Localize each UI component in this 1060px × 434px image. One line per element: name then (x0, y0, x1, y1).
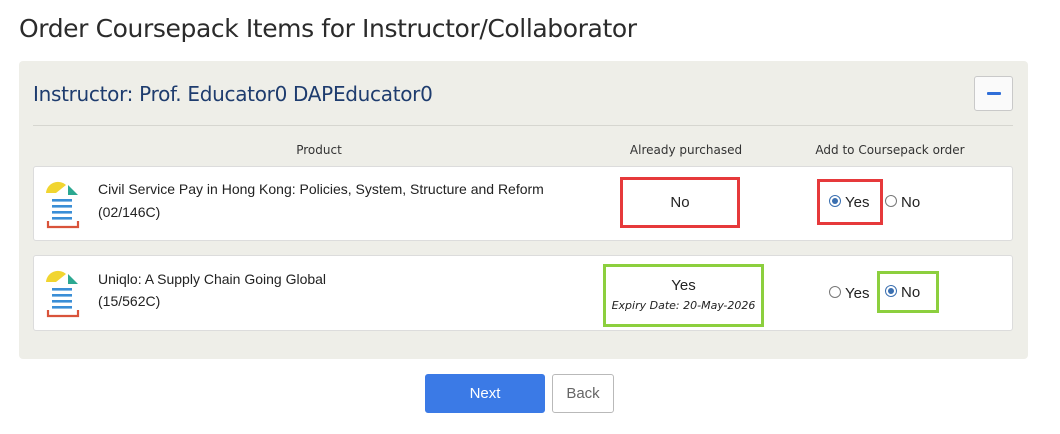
document-icon (46, 270, 80, 318)
already-purchased-value: Yes (671, 277, 696, 294)
column-header-add-to-order: Add to Coursepack order (815, 143, 965, 157)
minus-icon (987, 92, 1001, 95)
product-title: Civil Service Pay in Hong Kong: Policies… (98, 181, 544, 197)
radio-yes-option[interactable]: Yes (829, 194, 869, 211)
radio-no-label: No (901, 284, 921, 301)
product-title: Uniqlo: A Supply Chain Going Global (98, 271, 327, 287)
radio-button[interactable] (829, 286, 841, 299)
radio-no-label: No (901, 194, 921, 211)
product-code: (02/146C) (98, 204, 161, 220)
instructor-panel: Instructor: Prof. Educator0 DAPEducator0… (19, 61, 1028, 359)
column-header-already-purchased: Already purchased (629, 143, 743, 157)
already-purchased-value: No (670, 194, 690, 211)
radio-button-checked[interactable] (829, 195, 841, 208)
expiry-date: Expiry Date: 20-May-2026 (611, 299, 756, 312)
column-header-product: Product (296, 143, 342, 157)
collapse-button[interactable] (974, 76, 1013, 111)
product-row: Civil Service Pay in Hong Kong: Policies… (33, 166, 1013, 241)
product-code: (15/562C) (98, 293, 161, 309)
radio-yes-label: Yes (845, 285, 870, 302)
already-purchased-cell: Yes Expiry Date: 20-May-2026 (603, 264, 764, 327)
already-purchased-cell: No (620, 177, 740, 228)
product-row: Uniqlo: A Supply Chain Going Global (15/… (33, 255, 1013, 331)
instructor-title: Instructor: Prof. Educator0 DAPEducator0 (33, 82, 433, 106)
divider (33, 125, 1013, 126)
document-icon (46, 181, 80, 229)
page-title: Order Coursepack Items for Instructor/Co… (19, 14, 637, 43)
radio-yes-label: Yes (845, 194, 870, 211)
radio-button-checked[interactable] (885, 285, 897, 298)
radio-no-option[interactable]: No (885, 284, 920, 301)
radio-yes-option[interactable]: Yes (829, 285, 869, 302)
radio-button[interactable] (885, 195, 897, 208)
radio-no-option[interactable]: No (885, 194, 920, 211)
back-button[interactable]: Back (552, 374, 614, 413)
next-button[interactable]: Next (425, 374, 545, 413)
